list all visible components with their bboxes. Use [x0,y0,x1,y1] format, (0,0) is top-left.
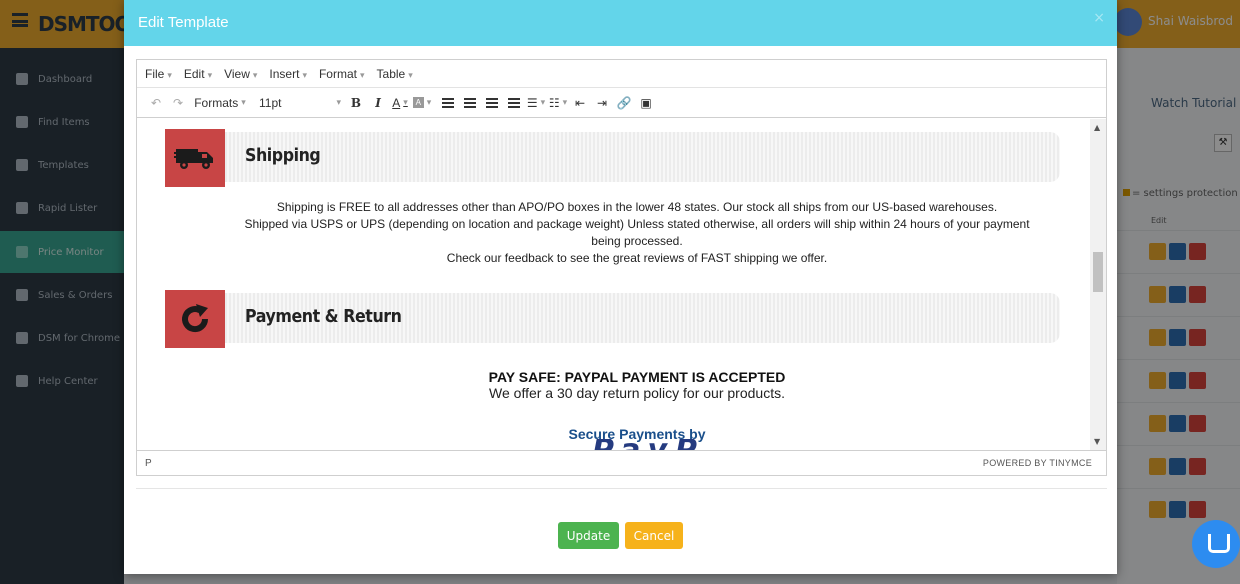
refresh-icon [165,290,225,348]
shipping-title: Shipping [245,145,321,166]
menu-table[interactable]: Table ▾ [377,67,413,81]
align-left-icon[interactable] [437,92,459,114]
scroll-up-icon[interactable]: ▲ [1094,123,1100,132]
paypal-logo: PayPal [592,439,702,450]
link-icon[interactable]: 🔗 [613,92,635,114]
editor-scrollbar[interactable]: ▲ ▼ [1090,119,1106,450]
element-path[interactable]: P [145,458,152,469]
background-color-button[interactable]: A ▾ [411,92,433,114]
italic-button[interactable]: I [367,92,389,114]
edit-template-modal: Edit Template × File ▾ Edit ▾ View ▾ Insert… [124,0,1117,574]
image-icon[interactable]: ▣ [635,92,657,114]
menu-view[interactable]: View ▾ [224,67,257,81]
pay-safe-heading: PAY SAFE: PAYPAL PAYMENT IS ACCEPTED [488,369,786,385]
menu-insert[interactable]: Insert ▾ [269,67,307,81]
font-size-dropdown[interactable]: 11pt ▾ [251,92,345,114]
numbered-list-icon[interactable]: ☷ ▾ [547,92,569,114]
bullet-list-icon[interactable]: ☰ ▾ [525,92,547,114]
close-icon[interactable]: × [1093,10,1105,26]
return-policy-text: We offer a 30 day return policy for our … [489,385,785,401]
undo-icon[interactable]: ↶ [145,92,167,114]
outdent-icon[interactable]: ⇤ [569,92,591,114]
formats-dropdown[interactable]: Formats ▾ [189,92,251,114]
bold-button[interactable]: B [345,92,367,114]
font-color-button[interactable]: A ▾ [389,92,411,114]
shipping-header: Shipping [165,129,1061,187]
chat-icon[interactable] [1192,520,1240,568]
modal-divider [136,488,1107,489]
indent-icon[interactable]: ⇥ [591,92,613,114]
payment-title: Payment & Return [245,306,402,327]
modal-title: Edit Template [138,14,229,31]
shipping-text: Shipping is FREE to all addresses other … [244,200,1030,265]
editor-statusbar: P POWERED BY TINYMCE [137,450,1106,475]
scroll-down-icon[interactable]: ▼ [1094,437,1100,446]
modal-header: Edit Template × [124,0,1117,46]
cancel-button[interactable]: Cancel [625,522,683,549]
editor-content[interactable]: Shipping Shipping is FREE to all address… [137,119,1106,450]
truck-icon [165,129,225,187]
menu-format[interactable]: Format ▾ [319,67,365,81]
payment-header: Payment & Return [165,290,1061,348]
menu-edit[interactable]: Edit ▾ [184,67,212,81]
editor-toolbar: ↶ ↷ Formats ▾ 11pt ▾ B I A ▾ A ▾ ☰ ▾ ☷ ▾ ⇤ ⇥ 🔗… [137,88,1106,118]
editor-menubar: File ▾ Edit ▾ View ▾ Insert ▾ Format ▾ Table ▾ [137,60,1106,88]
redo-icon[interactable]: ↷ [167,92,189,114]
scrollbar-thumb[interactable] [1093,252,1103,292]
align-right-icon[interactable] [481,92,503,114]
menu-file[interactable]: File ▾ [145,67,172,81]
align-justify-icon[interactable] [503,92,525,114]
rich-text-editor: File ▾ Edit ▾ View ▾ Insert ▾ Format ▾ Table ▾… [136,59,1107,476]
update-button[interactable]: Update [558,522,619,549]
powered-by-link[interactable]: POWERED BY TINYMCE [983,458,1092,468]
align-center-icon[interactable] [459,92,481,114]
